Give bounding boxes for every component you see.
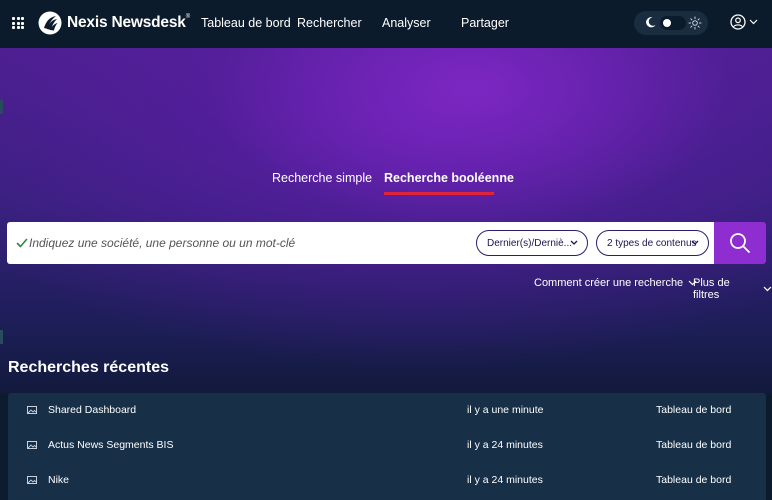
row-time: il y a une minute [467, 404, 544, 416]
more-filters-link[interactable]: Plus de filtres [693, 277, 772, 301]
image-icon [27, 406, 37, 414]
top-navigation-bar: Nexis Newsdesk® Tableau de bord Recherch… [0, 0, 772, 48]
row-name[interactable]: Nike [48, 474, 69, 486]
row-name[interactable]: Actus News Segments BIS [48, 439, 173, 451]
search-button[interactable] [714, 222, 766, 264]
how-to-search-link[interactable]: Comment créer une recherche [534, 277, 697, 289]
row-name[interactable]: Shared Dashboard [48, 404, 136, 416]
search-bar: Dernier(s)/Derniè... 2 types de contenus [7, 222, 714, 264]
switch-knob [663, 19, 671, 27]
logo-icon [38, 11, 62, 35]
row-time: il y a 24 minutes [467, 474, 543, 486]
table-row[interactable]: Nike il y a 24 minutes Tableau de bord [8, 463, 766, 498]
user-circle-icon [730, 14, 746, 30]
brand-name: Nexis Newsdesk® [67, 14, 190, 31]
side-marker [0, 330, 3, 344]
how-to-search-label: Comment créer une recherche [534, 277, 684, 289]
side-marker [0, 100, 3, 114]
search-mode-tabs: Recherche simple Recherche booléenne [0, 171, 772, 201]
search-input[interactable] [29, 233, 469, 253]
row-type: Tableau de bord [656, 439, 732, 451]
sun-icon [688, 16, 702, 30]
chevron-down-icon [691, 240, 699, 245]
moon-icon [646, 17, 656, 28]
recent-searches-list: Shared Dashboard il y a une minute Table… [8, 393, 766, 500]
tab-boolean-search[interactable]: Recherche booléenne [384, 171, 514, 185]
hero-background [0, 48, 772, 393]
content-type-dropdown[interactable]: 2 types de contenus [596, 230, 709, 256]
table-row[interactable]: Actus News Segments BIS il y a 24 minute… [8, 428, 766, 463]
theme-switch[interactable] [660, 16, 686, 30]
tab-simple-search[interactable]: Recherche simple [272, 171, 372, 185]
row-type: Tableau de bord [656, 404, 732, 416]
account-menu[interactable] [730, 14, 758, 30]
active-tab-indicator [384, 192, 494, 195]
grid-icon[interactable] [12, 17, 24, 29]
brand-logo[interactable]: Nexis Newsdesk® [38, 11, 190, 35]
chevron-down-icon [570, 240, 578, 245]
image-icon [27, 441, 37, 449]
recent-searches-title: Recherches récentes [8, 359, 169, 376]
nav-dashboard[interactable]: Tableau de bord [201, 16, 291, 30]
nav-analyze[interactable]: Analyser [382, 16, 431, 30]
nav-share[interactable]: Partager [461, 16, 509, 30]
content-type-label: 2 types de contenus [607, 237, 697, 249]
chevron-down-icon [749, 19, 758, 25]
nav-search[interactable]: Rechercher [297, 16, 362, 30]
check-icon [16, 238, 28, 248]
date-filter-label: Dernier(s)/Derniè... [487, 237, 573, 249]
image-icon [27, 476, 37, 484]
chevron-down-icon [763, 286, 772, 292]
theme-toggle[interactable] [634, 11, 708, 35]
row-type: Tableau de bord [656, 474, 732, 486]
more-filters-label: Plus de filtres [693, 277, 730, 301]
magnifier-icon [730, 233, 750, 253]
date-filter-dropdown[interactable]: Dernier(s)/Derniè... [476, 230, 588, 256]
row-time: il y a 24 minutes [467, 439, 543, 451]
table-row[interactable]: Shared Dashboard il y a une minute Table… [8, 393, 766, 428]
